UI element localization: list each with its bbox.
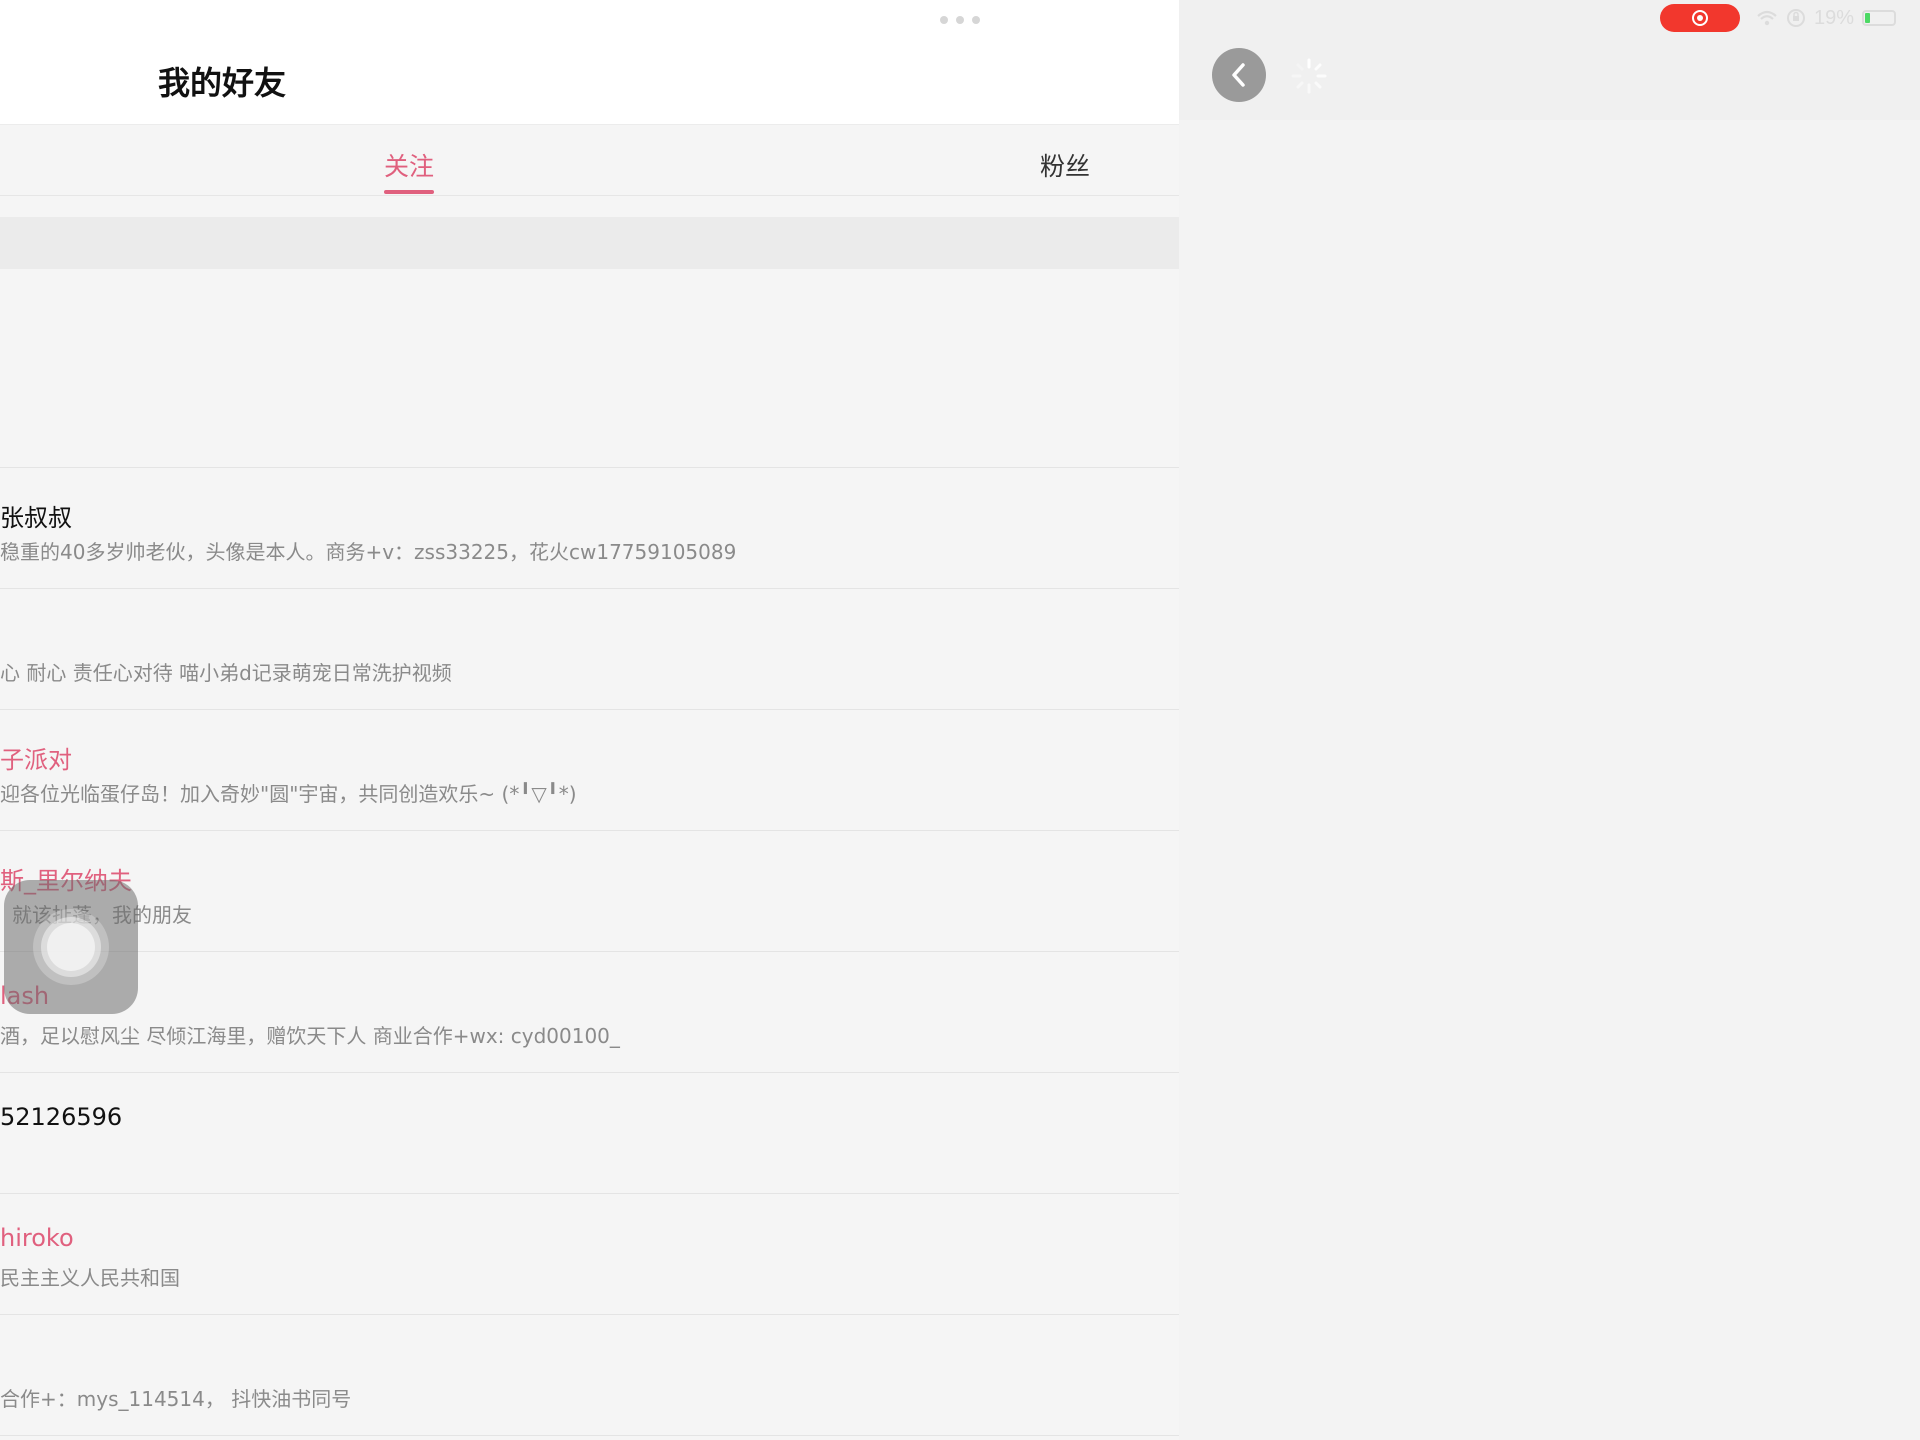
- battery-icon: [1862, 10, 1897, 26]
- status-bar: 19%: [1756, 6, 1897, 30]
- friend-name: hiroko: [0, 1224, 74, 1252]
- friend-bio: 心 耐心 责任心对待 喵小弟d记录萌宠日常洗护视频: [0, 661, 452, 685]
- screen-record-icon[interactable]: [1660, 4, 1740, 32]
- friend-name: 52126596: [0, 1103, 123, 1131]
- tab-active-indicator: [384, 190, 434, 194]
- list-item[interactable]: 心 耐心 责任心对待 喵小弟d记录萌宠日常洗护视频: [0, 588, 1179, 709]
- tab-bar: 关注 粉丝: [0, 124, 1179, 196]
- list-item[interactable]: 52126596: [0, 1072, 1179, 1193]
- friend-bio: 民主主义人民共和国: [0, 1266, 180, 1290]
- friend-name: 子派对: [0, 746, 72, 774]
- chevron-left-icon: [1232, 63, 1245, 87]
- friend-bio: 迎各位光临蛋仔岛！加入奇妙"圆"宇宙，共同创造欢乐~ (*╹▽╹*): [0, 782, 577, 806]
- friend-bio: 酒，足以慰风尘 尽倾江海里，赠饮天下人 商业合作+wx: cyd00100_: [0, 1024, 620, 1048]
- list-item[interactable]: hiroko 民主主义人民共和国: [0, 1193, 1179, 1314]
- spinner-icon: [1291, 58, 1327, 94]
- detail-panel: [1179, 0, 1920, 1440]
- friend-bio: 合作+：mys_114514， 抖快油书同号: [0, 1387, 352, 1411]
- list-item[interactable]: 斯_里尔纳夫 就该扯蓬，我的朋友: [0, 830, 1179, 951]
- tab-fans[interactable]: 粉丝: [1040, 147, 1090, 183]
- tab-following[interactable]: 关注: [384, 147, 434, 183]
- list-item[interactable]: lash 酒，足以慰风尘 尽倾江海里，赠饮天下人 商业合作+wx: cyd001…: [0, 951, 1179, 1072]
- list-item[interactable]: 合作+：mys_114514， 抖快油书同号: [0, 1314, 1179, 1436]
- page-title: 我的好友: [158, 64, 287, 102]
- battery-percentage: 19%: [1814, 6, 1855, 29]
- orientation-lock-icon: [1787, 9, 1805, 27]
- list-item[interactable]: 子派对 迎各位光临蛋仔岛！加入奇妙"圆"宇宙，共同创造欢乐~ (*╹▽╹*): [0, 709, 1179, 830]
- multitasking-dots-icon[interactable]: [940, 16, 980, 24]
- back-button[interactable]: [1212, 48, 1266, 102]
- battery-level: [1865, 13, 1871, 23]
- friend-list: 张叔叔 稳重的40多岁帅老伙，头像是本人。商务+v：zss33225，花火cw1…: [0, 467, 1179, 1436]
- wifi-icon: [1757, 10, 1777, 26]
- friend-bio: 稳重的40多岁帅老伙，头像是本人。商务+v：zss33225，花火cw17759…: [0, 540, 737, 564]
- assistive-touch-icon[interactable]: [4, 880, 138, 1014]
- friends-app-panel: 我的好友 关注 粉丝 张叔叔 稳重的40多岁帅老伙，头像是本人。商务+v：zss…: [0, 0, 1179, 1440]
- screen: 我的好友 关注 粉丝 张叔叔 稳重的40多岁帅老伙，头像是本人。商务+v：zss…: [0, 0, 1920, 1440]
- list-item[interactable]: 张叔叔 稳重的40多岁帅老伙，头像是本人。商务+v：zss33225，花火cw1…: [0, 467, 1179, 588]
- section-divider: [0, 217, 1179, 269]
- header-bar: 我的好友: [0, 0, 1179, 124]
- friend-name: 张叔叔: [0, 504, 72, 532]
